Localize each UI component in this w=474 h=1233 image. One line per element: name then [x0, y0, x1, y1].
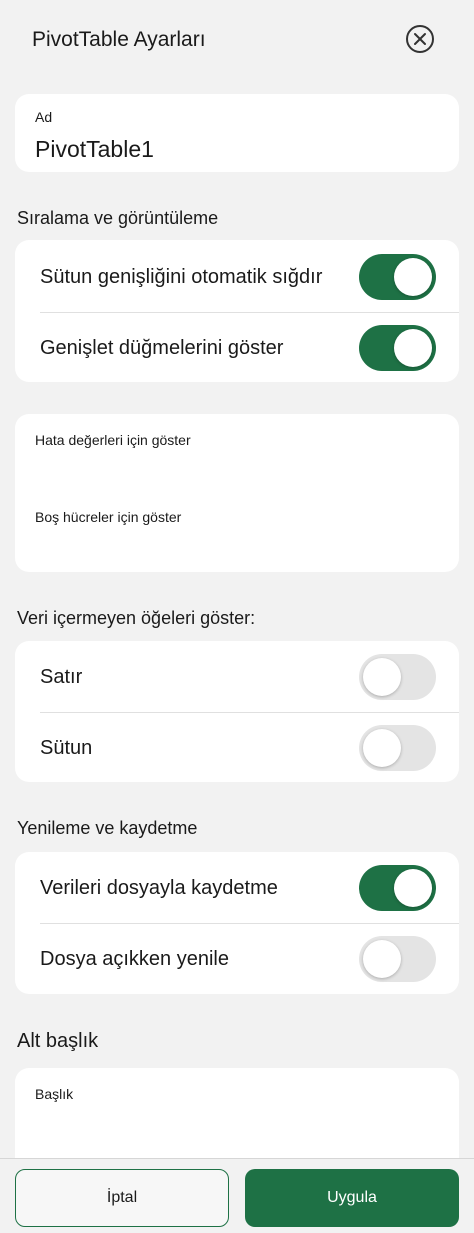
- name-field[interactable]: Ad PivotTable1: [15, 94, 459, 172]
- show-values-card: Hata değerleri için göster Boş hücreler …: [15, 414, 459, 572]
- refresh-on-open-toggle[interactable]: [359, 936, 436, 982]
- toggle-knob: [363, 940, 401, 978]
- panel-title: PivotTable Ayarları: [32, 28, 206, 51]
- row-rows[interactable]: Satır: [15, 642, 459, 712]
- row-save-data-with-file[interactable]: Verileri dosyayla kaydetme: [15, 853, 459, 923]
- cancel-button[interactable]: İptal: [15, 1169, 229, 1227]
- save-data-toggle[interactable]: [359, 865, 436, 911]
- section-title-alt-text: Alt başlık: [17, 1030, 99, 1052]
- toggle-knob: [394, 329, 432, 367]
- panel-header: PivotTable Ayarları: [0, 0, 474, 80]
- row-refresh-on-open[interactable]: Dosya açıkken yenile: [15, 924, 459, 994]
- toggle-knob: [363, 658, 401, 696]
- toggle-knob: [394, 869, 432, 907]
- caption-field[interactable]: Başlık: [35, 1086, 73, 1102]
- no-data-items-card: Satır Sütun: [15, 641, 459, 782]
- sorting-display-card: Sütun genişliğini otomatik sığdır Genişl…: [15, 240, 459, 382]
- apply-button[interactable]: Uygula: [245, 1169, 459, 1227]
- error-values-field[interactable]: Hata değerleri için göster: [35, 432, 191, 448]
- name-field-value[interactable]: PivotTable1: [35, 136, 154, 163]
- refresh-save-card: Verileri dosyayla kaydetme Dosya açıkken…: [15, 852, 459, 994]
- footer-bar: İptal Uygula: [0, 1158, 474, 1233]
- close-icon[interactable]: [404, 23, 436, 55]
- rows-toggle[interactable]: [359, 654, 436, 700]
- row-columns[interactable]: Sütun: [15, 713, 459, 783]
- row-label: Sütun genişliğini otomatik sığdır: [40, 266, 323, 288]
- row-label: Verileri dosyayla kaydetme: [40, 877, 278, 899]
- section-title-sorting: Sıralama ve görüntüleme: [17, 208, 219, 228]
- columns-toggle[interactable]: [359, 725, 436, 771]
- section-title-no-data: Veri içermeyen öğeleri göster:: [17, 608, 256, 628]
- empty-cells-field[interactable]: Boş hücreler için göster: [35, 509, 181, 525]
- row-autofit-column-width[interactable]: Sütun genişliğini otomatik sığdır: [15, 242, 459, 312]
- row-label: Satır: [40, 666, 83, 688]
- row-label: Genişlet düğmelerini göster: [40, 337, 284, 359]
- toggle-knob: [363, 729, 401, 767]
- toggle-knob: [394, 258, 432, 296]
- name-field-label: Ad: [35, 109, 53, 125]
- row-show-expand-buttons[interactable]: Genişlet düğmelerini göster: [15, 313, 459, 383]
- row-label: Sütun: [40, 737, 93, 759]
- autofit-toggle[interactable]: [359, 254, 436, 300]
- row-label: Dosya açıkken yenile: [40, 948, 229, 970]
- section-title-refresh: Yenileme ve kaydetme: [17, 818, 198, 838]
- expand-buttons-toggle[interactable]: [359, 325, 436, 371]
